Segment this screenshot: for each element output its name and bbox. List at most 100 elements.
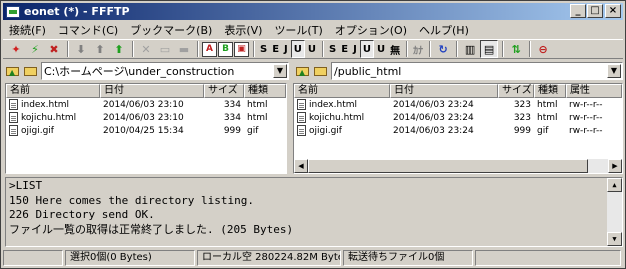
file-row[interactable]: ojigi.gif 2010/04/25 15:34 999 gif [6, 124, 286, 137]
file-row[interactable]: ojigi.gif 2014/06/03 23:24 999 gif rw-r-… [294, 124, 622, 137]
disconnect-icon[interactable]: ✖ [45, 40, 63, 58]
binary-mode-icon[interactable]: B [218, 41, 233, 57]
no-convert-icon[interactable]: 無 [388, 40, 402, 58]
col-name[interactable]: 名前 [294, 84, 390, 98]
scroll-up-icon[interactable]: ▲ [607, 178, 622, 192]
file-attr: rw-r--r-- [569, 112, 603, 123]
col-type[interactable]: 種類 [244, 84, 286, 98]
kana-convert-icon[interactable]: ｶﾅ [411, 40, 425, 58]
scroll-left-icon[interactable]: ◀ [294, 159, 308, 173]
menu-bar: 接続(F) コマンド(C) ブックマーク(B) 表示(V) ツール(T) オプシ… [3, 21, 623, 38]
col-type[interactable]: 種類 [534, 84, 566, 98]
log-line: ファイル一覧の取得は正常終了しました. (205 Bytes) [9, 222, 294, 236]
status-bar: 選択0個(0 Bytes) ローカル空 280224.82M Bytes 転送待… [3, 250, 623, 267]
log-line: >LIST [9, 179, 43, 192]
detail-view-icon[interactable]: ▤ [480, 40, 499, 58]
vertical-scrollbar[interactable]: ▲ ▼ [607, 178, 622, 246]
col-size[interactable]: サイズ [204, 84, 244, 98]
local-sjis-icon[interactable]: S [327, 40, 338, 58]
connect-icon[interactable]: ✦ [7, 40, 25, 58]
file-name: kojichu.html [309, 113, 365, 123]
file-row[interactable]: index.html 2014/06/03 23:24 323 html rw-… [294, 98, 622, 111]
delete-icon[interactable]: ✕ [137, 40, 155, 58]
local-jis-icon[interactable]: J [351, 40, 359, 58]
host-sjis-icon[interactable]: S [258, 40, 269, 58]
file-size: 999 [513, 125, 531, 136]
download-icon[interactable]: ⬇ [72, 40, 90, 58]
host-jis-icon[interactable]: J [282, 40, 290, 58]
folder-up-icon[interactable]: ▲ [295, 64, 311, 78]
folder-open-icon[interactable] [313, 64, 329, 78]
file-attr: rw-r--r-- [569, 125, 603, 136]
close-button[interactable]: × [605, 4, 621, 18]
separator [132, 41, 134, 57]
title-bar[interactable]: eonet (*) - FFFTP _ □ × [3, 3, 623, 20]
menu-bookmark[interactable]: ブックマーク(B) [124, 22, 218, 38]
scroll-right-icon[interactable]: ▶ [608, 159, 622, 173]
separator [253, 41, 255, 57]
log-line: 150 Here comes the directory listing. [9, 193, 255, 207]
scroll-thumb[interactable] [308, 159, 588, 173]
file-attr: rw-r--r-- [569, 99, 603, 110]
col-attr[interactable]: 属性 [566, 84, 622, 98]
col-date[interactable]: 日付 [100, 84, 204, 98]
col-date[interactable]: 日付 [390, 84, 498, 98]
col-name[interactable]: 名前 [6, 84, 100, 98]
col-size[interactable]: サイズ [498, 84, 534, 98]
local-path-bar: ▲ C:\ホームページ\under_construction ▼ [5, 61, 289, 81]
window-title: eonet (*) - FFFTP [24, 5, 130, 18]
minimize-button[interactable]: _ [570, 4, 586, 18]
maximize-button[interactable]: □ [587, 4, 603, 18]
local-utf8-icon[interactable]: U [359, 40, 374, 58]
mkdir-icon[interactable]: ▬ [175, 40, 193, 58]
auto-mode-icon[interactable]: ▣ [234, 41, 249, 57]
local-utf8bom-icon[interactable]: U [375, 40, 387, 58]
file-date: 2014/06/03 23:24 [393, 125, 474, 136]
refresh-icon[interactable]: ↻ [434, 40, 452, 58]
menu-view[interactable]: 表示(V) [218, 22, 268, 38]
app-window: eonet (*) - FFFTP _ □ × 接続(F) コマンド(C) ブッ… [0, 0, 626, 269]
sync-browse-icon[interactable]: ⇅ [507, 40, 525, 58]
mirror-upload-icon[interactable]: ⬆ [110, 40, 128, 58]
separator [406, 41, 409, 57]
quick-connect-icon[interactable]: ⚡ [26, 40, 44, 58]
status-selection: 選択0個(0 Bytes) [65, 250, 195, 266]
remote-file-list[interactable]: 名前 日付 サイズ 種類 属性 index.html 2014/06/03 23… [293, 83, 623, 174]
stop-icon[interactable]: ⊖ [534, 40, 552, 58]
file-row[interactable]: kojichu.html 2014/06/03 23:10 334 html [6, 111, 286, 124]
menu-options[interactable]: オプション(O) [329, 22, 413, 38]
menu-command[interactable]: コマンド(C) [52, 22, 124, 38]
log-panel[interactable]: >LIST 150 Here comes the directory listi… [5, 177, 623, 247]
host-utf8bom-icon[interactable]: U [306, 40, 318, 58]
file-type: gif [537, 125, 549, 136]
local-file-list[interactable]: 名前 日付 サイズ 種類 index.html 2014/06/03 23:10… [5, 83, 287, 174]
remote-path-combo[interactable]: /public_html ▼ [331, 62, 623, 80]
toolbar: ✦ ⚡ ✖ ⬇ ⬆ ⬆ ✕ ▭ ▬ A B ▣ S E J U U S E J … [3, 39, 623, 59]
file-type: html [247, 112, 268, 123]
folder-up-icon[interactable]: ▲ [5, 64, 21, 78]
ascii-mode-icon[interactable]: A [202, 41, 217, 57]
file-type: html [247, 99, 268, 110]
menu-connect[interactable]: 接続(F) [3, 22, 52, 38]
horizontal-scrollbar[interactable]: ◀ ▶ [294, 159, 622, 173]
menu-help[interactable]: ヘルプ(H) [413, 22, 475, 38]
file-name: ojigi.gif [21, 126, 54, 136]
file-name: kojichu.html [21, 113, 77, 123]
rename-icon[interactable]: ▭ [156, 40, 174, 58]
folder-open-icon[interactable] [23, 64, 39, 78]
list-view-icon[interactable]: ▥ [461, 40, 479, 58]
file-name: ojigi.gif [309, 126, 342, 136]
file-row[interactable]: kojichu.html 2014/06/03 23:24 323 html r… [294, 111, 622, 124]
chevron-down-icon[interactable]: ▼ [607, 64, 621, 78]
scroll-down-icon[interactable]: ▼ [607, 232, 622, 246]
menu-tools[interactable]: ツール(T) [268, 22, 328, 38]
file-type: gif [247, 125, 259, 136]
host-utf8-icon[interactable]: U [290, 40, 305, 58]
file-row[interactable]: index.html 2014/06/03 23:10 334 html [6, 98, 286, 111]
app-icon [6, 5, 20, 18]
upload-icon[interactable]: ⬆ [91, 40, 109, 58]
local-path-combo[interactable]: C:\ホームページ\under_construction ▼ [41, 62, 289, 80]
chevron-down-icon[interactable]: ▼ [273, 64, 287, 78]
local-euc-icon[interactable]: E [339, 40, 350, 58]
host-euc-icon[interactable]: E [270, 40, 281, 58]
